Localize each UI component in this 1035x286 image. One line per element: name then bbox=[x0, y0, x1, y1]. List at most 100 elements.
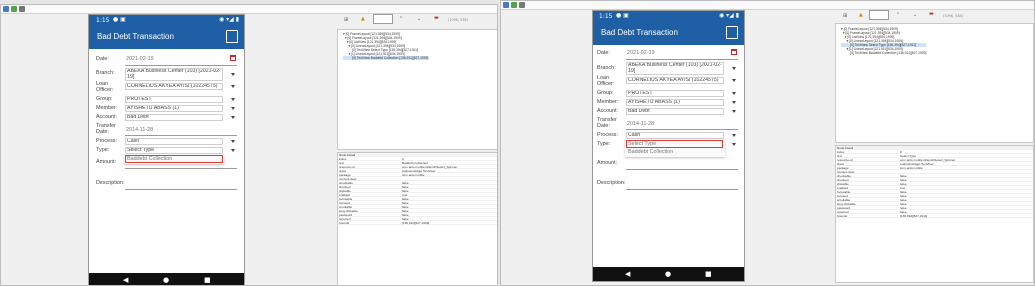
type-option-item[interactable]: Baddebt Collection bbox=[127, 156, 172, 163]
date-label: Date: bbox=[96, 56, 109, 62]
detail-row[interactable]: bounds [136,911][527,1909] bbox=[338, 221, 497, 225]
chevron-down-icon[interactable] bbox=[231, 107, 235, 110]
calendar-icon[interactable] bbox=[230, 55, 236, 61]
inspector-window-right: 1:15 ● ▣ ◉ ▾◢ ▮ Bad Debt Transaction Dat… bbox=[500, 0, 1035, 286]
refresh-icon[interactable] bbox=[511, 2, 517, 8]
search-input[interactable] bbox=[373, 14, 393, 24]
chevron-down-icon[interactable] bbox=[732, 143, 736, 146]
detail-row[interactable]: bounds [136,394][527,1911] bbox=[836, 214, 1033, 218]
hierarchy-tree[interactable]: ▾ [0] FrameLayout [121,394][534,1909] ▾ … bbox=[841, 27, 927, 55]
signal-icons: ◉ ▾◢ ▮ bbox=[719, 12, 739, 19]
delete-icon[interactable]: ▬ bbox=[929, 11, 934, 17]
tree-node[interactable]: [0] TextView Baddebt Collection [136,911… bbox=[841, 51, 926, 55]
member-dropdown[interactable]: AYISHETU ABASS (1) bbox=[125, 105, 223, 112]
member-label: Member: bbox=[96, 105, 118, 111]
transfer-date-value[interactable]: 2014-11-28 bbox=[627, 121, 654, 128]
member-dropdown[interactable]: AYISHETU ABASS (1) bbox=[626, 99, 724, 106]
delete-icon[interactable]: ▬ bbox=[434, 15, 439, 21]
chevron-down-icon[interactable] bbox=[732, 92, 736, 95]
recents-icon[interactable]: ■ bbox=[204, 276, 211, 284]
inspector-window-left: 1:15 ● ▣ ◉ ▾◢ ▮ Bad Debt Transaction Dat… bbox=[0, 4, 498, 286]
node-detail-table: Node Detail index 0 text Baddebt Collection r… bbox=[338, 153, 497, 225]
account-dropdown[interactable]: Bad Debt bbox=[626, 108, 724, 115]
loan-officer-label: Loan Officer: bbox=[597, 75, 615, 87]
transfer-date-label: Transfer Date: bbox=[96, 123, 116, 135]
chevron-down-icon[interactable] bbox=[231, 73, 235, 76]
group-dropdown[interactable]: PROTEST bbox=[125, 96, 223, 103]
process-dropdown[interactable]: Cash bbox=[626, 132, 724, 139]
chevron-down-icon[interactable] bbox=[231, 140, 235, 143]
open-icon[interactable] bbox=[3, 6, 9, 12]
warning-icon[interactable]: ▲ bbox=[361, 16, 365, 22]
device-screen: 1:15 ● ▣ ◉ ▾◢ ▮ Bad Debt Transaction Dat… bbox=[88, 14, 245, 285]
screenshot-icon[interactable] bbox=[519, 2, 525, 8]
chevron-down-icon[interactable] bbox=[732, 79, 736, 82]
loan-officer-dropdown[interactable]: CORNELIUS AKYEA AYISI (10224575) bbox=[125, 83, 223, 90]
type-label: Type: bbox=[597, 141, 611, 147]
signal-icons: ◉ ▾◢ ▮ bbox=[219, 16, 239, 23]
tree-node[interactable]: [0] TextView Baddebt Collection [136,911… bbox=[343, 56, 429, 60]
up-arrow-icon[interactable]: ⌃ bbox=[399, 16, 403, 22]
type-dropdown[interactable]: Select Type bbox=[125, 147, 223, 154]
save-icon[interactable] bbox=[726, 26, 738, 39]
calendar-icon[interactable] bbox=[731, 49, 737, 55]
up-arrow-icon[interactable]: ⌃ bbox=[896, 12, 900, 18]
date-label: Date: bbox=[597, 50, 610, 56]
down-arrow-icon[interactable]: ⌄ bbox=[913, 12, 917, 18]
save-icon[interactable] bbox=[226, 30, 238, 43]
notification-icons: ● ▣ bbox=[616, 12, 629, 19]
loan-officer-dropdown[interactable]: CORNELIUS AKYEA AYISI (10224575) bbox=[626, 77, 724, 84]
expand-icon[interactable]: ⊞ bbox=[843, 13, 847, 19]
description-underline bbox=[626, 189, 738, 190]
chevron-down-icon[interactable] bbox=[732, 134, 736, 137]
recents-icon[interactable]: ■ bbox=[705, 270, 712, 278]
account-label: Account: bbox=[597, 108, 618, 114]
app-title: Bad Debt Transaction bbox=[97, 32, 174, 41]
branch-dropdown[interactable]: ABEKA Business Center (103) [2021-02-19] bbox=[125, 68, 223, 81]
account-dropdown[interactable]: Bad Debt bbox=[125, 114, 223, 121]
back-icon[interactable]: ◀ bbox=[123, 276, 128, 284]
back-icon[interactable]: ◀ bbox=[625, 270, 630, 278]
chevron-down-icon[interactable] bbox=[231, 149, 235, 152]
down-arrow-icon[interactable]: ⌄ bbox=[417, 16, 421, 22]
open-icon[interactable] bbox=[503, 2, 509, 8]
branch-label: Branch: bbox=[96, 70, 115, 76]
coordinates-readout: (1096, 538) bbox=[448, 18, 468, 22]
transfer-date-value[interactable]: 2014-11-28 bbox=[126, 127, 153, 134]
type-option-item[interactable]: Select Type bbox=[628, 141, 656, 148]
description-underline bbox=[125, 189, 237, 190]
warning-icon[interactable]: ▲ bbox=[859, 12, 863, 18]
status-bar: 1:15 ● ▣ ◉ ▾◢ ▮ bbox=[89, 15, 244, 25]
chevron-down-icon[interactable] bbox=[732, 110, 736, 113]
date-value[interactable]: 2021-02-19 bbox=[627, 50, 655, 57]
chevron-down-icon[interactable] bbox=[231, 85, 235, 88]
coordinates-readout: (1096, 538) bbox=[943, 14, 963, 18]
branch-dropdown[interactable]: ABEKA Business Center (103) [2021-02-19] bbox=[626, 62, 724, 75]
chevron-down-icon[interactable] bbox=[231, 116, 235, 119]
chevron-down-icon[interactable] bbox=[732, 101, 736, 104]
search-input[interactable] bbox=[869, 10, 889, 20]
chevron-down-icon[interactable] bbox=[231, 98, 235, 101]
home-icon[interactable]: ● bbox=[665, 270, 671, 278]
type-option-item[interactable]: Baddebt Collection bbox=[628, 149, 673, 156]
status-time: 1:15 bbox=[599, 13, 613, 20]
refresh-icon[interactable] bbox=[11, 6, 17, 12]
app-bar: Bad Debt Transaction bbox=[89, 25, 244, 49]
description-label: Description: bbox=[96, 180, 125, 186]
hierarchy-tree-panel: ▾ [0] FrameLayout [121,394][534,1909] ▾ … bbox=[337, 29, 497, 150]
expand-icon[interactable]: ⊞ bbox=[344, 17, 348, 23]
screenshot-icon[interactable] bbox=[19, 6, 25, 12]
node-detail-panel: Node Detail index 0 text Baddebt Collection r… bbox=[337, 152, 497, 285]
node-detail-table: Node Detail index 0 text Select Type resource… bbox=[836, 146, 1033, 218]
transfer-date-underline bbox=[125, 135, 237, 136]
date-value[interactable]: 2021-02-19 bbox=[126, 56, 154, 63]
loan-officer-label: Loan Officer: bbox=[96, 81, 114, 93]
group-dropdown[interactable]: PROTEST bbox=[626, 90, 724, 97]
nav-bar: ◀ ● ■ bbox=[89, 273, 244, 285]
type-options-popup: Baddebt Collection bbox=[124, 155, 224, 164]
transfer-date-underline bbox=[626, 129, 738, 130]
process-dropdown[interactable]: Cash bbox=[125, 138, 223, 145]
chevron-down-icon[interactable] bbox=[732, 67, 736, 70]
home-icon[interactable]: ● bbox=[163, 276, 169, 284]
hierarchy-tree[interactable]: ▾ [0] FrameLayout [121,394][534,1909] ▾ … bbox=[343, 32, 429, 60]
